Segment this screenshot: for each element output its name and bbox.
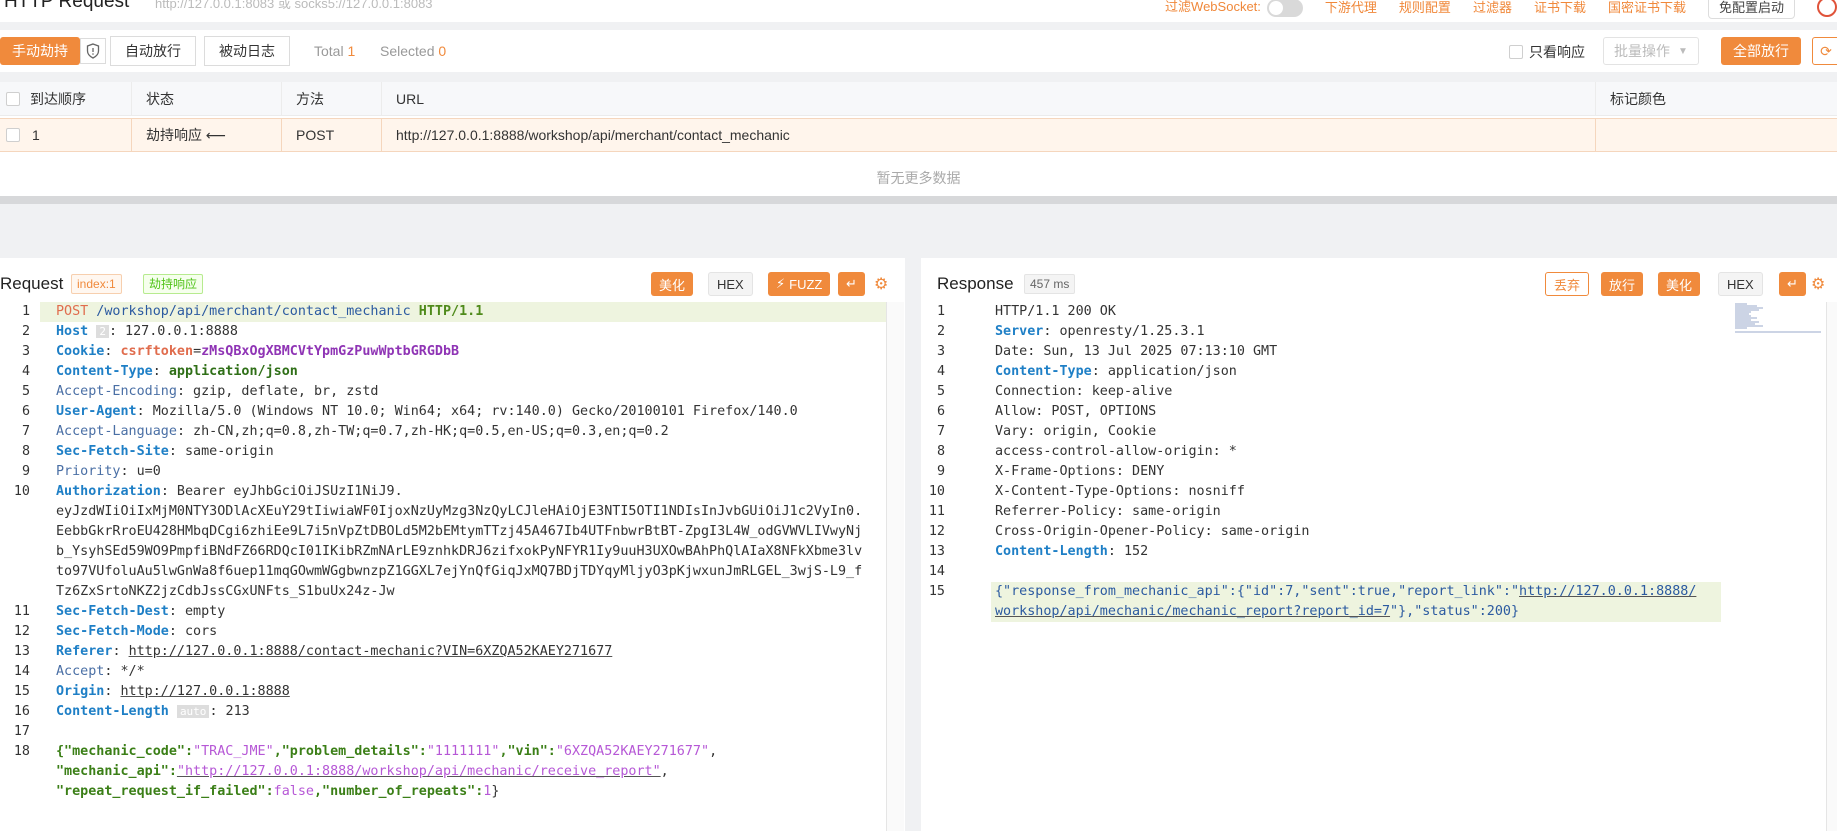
response-settings-icon[interactable]: ⚙	[1803, 272, 1833, 296]
top-header: HTTP Request http://127.0.0.1:8083 或 soc…	[0, 0, 1837, 22]
alert-icon[interactable]	[1817, 0, 1837, 17]
row-color	[1596, 119, 1837, 151]
arrow-left-icon: ⟵	[205, 126, 226, 143]
response-beautify-button[interactable]: 美化	[1658, 272, 1701, 296]
release-all-button[interactable]: 全部放行	[1721, 37, 1801, 65]
response-wrap-icon[interactable]: ↵	[1779, 272, 1806, 296]
beautify-button[interactable]: 美化	[651, 272, 694, 296]
response-scrollbar[interactable]	[1826, 302, 1837, 831]
table-row[interactable]: 1 劫持响应 ⟵ POST http://127.0.0.1:8888/work…	[0, 118, 1837, 152]
request-scrollbar[interactable]	[886, 302, 904, 831]
request-title: Request	[0, 274, 64, 293]
hex-button[interactable]: HEX	[708, 272, 753, 296]
col-order: 到达顺序	[0, 82, 132, 115]
settings-gear-icon[interactable]: ⚙	[866, 272, 896, 296]
batch-ops-dropdown[interactable]: 批量操作 ▼	[1603, 37, 1699, 65]
restart-button[interactable]: 免配置启动	[1707, 0, 1795, 19]
request-panel: Request index:1 劫持响应 美化 HEX ⚡ FUZZ ↵ ⚙ 1 …	[0, 258, 905, 831]
horizontal-scrollbar[interactable]	[0, 196, 1837, 204]
only-response-checkbox[interactable]: 只看响应	[1509, 42, 1585, 62]
traffic-table: 到达顺序 状态 方法 URL 标记颜色 1 劫持响应 ⟵ POST http:/…	[0, 82, 1837, 197]
row-status: 劫持响应 ⟵	[132, 119, 282, 151]
shield-icon[interactable]	[80, 38, 106, 64]
filter-link[interactable]: 过滤器	[1473, 0, 1512, 16]
time-tag: 457 ms	[1024, 274, 1076, 294]
select-all-checkbox[interactable]	[6, 91, 20, 106]
index-tag: index:1	[71, 274, 122, 294]
rules-config-link[interactable]: 规则配置	[1399, 0, 1451, 16]
row-checkbox[interactable]	[6, 128, 20, 142]
total-count: Total 1	[314, 43, 356, 59]
fuzz-button[interactable]: ⚡ FUZZ	[768, 272, 831, 296]
minimap[interactable]	[1733, 302, 1823, 342]
col-status: 状态	[132, 82, 282, 115]
gm-cert-download-link[interactable]: 国密证书下载	[1608, 0, 1686, 16]
col-method: 方法	[282, 82, 382, 115]
toolbar: 手动劫持 自动放行 被动日志 Total 1 Selected 0 只看响应 批…	[0, 30, 1837, 72]
col-url: URL	[382, 82, 1596, 115]
response-hex-button[interactable]: HEX	[1718, 272, 1763, 296]
response-title: Response	[937, 274, 1014, 293]
auto-release-button[interactable]: 自动放行	[110, 36, 196, 66]
discard-button[interactable]: 丢弃	[1545, 272, 1590, 296]
chevron-down-icon: ▼	[1678, 45, 1688, 57]
wrap-icon[interactable]: ↵	[838, 272, 865, 296]
restart-label: 免配置启动	[1718, 0, 1784, 15]
filter-websocket-label: 过滤WebSocket:	[1165, 0, 1303, 17]
row-url: http://127.0.0.1:8888/workshop/api/merch…	[382, 119, 1596, 151]
filter-websocket-toggle[interactable]	[1266, 0, 1303, 17]
lightning-icon: ⚡	[776, 276, 786, 291]
proxy-input-hint[interactable]: http://127.0.0.1:8083 或 socks5://127.0.0…	[155, 0, 433, 12]
cert-download-link[interactable]: 证书下载	[1534, 0, 1586, 16]
manual-hijack-button[interactable]: 手动劫持	[0, 37, 80, 65]
status-tag: 劫持响应	[143, 274, 204, 294]
passive-log-button[interactable]: 被动日志	[204, 36, 290, 66]
page-title: HTTP Request	[4, 0, 130, 12]
downstream-proxy-link[interactable]: 下游代理	[1325, 0, 1377, 16]
release-button[interactable]: 放行	[1601, 272, 1644, 296]
table-header: 到达顺序 状态 方法 URL 标记颜色	[0, 82, 1837, 116]
response-panel: Response 457 ms 丢弃 放行 美化 HEX ↵ ⚙ 1 HTTP/…	[921, 258, 1837, 831]
row-order: 1	[0, 119, 132, 151]
empty-message: 暂无更多数据	[876, 170, 961, 186]
selected-count: Selected 0	[380, 43, 447, 59]
refresh-icon[interactable]: ⟳	[1812, 37, 1837, 65]
row-method: POST	[282, 119, 382, 151]
col-color: 标记颜色	[1610, 90, 1666, 107]
